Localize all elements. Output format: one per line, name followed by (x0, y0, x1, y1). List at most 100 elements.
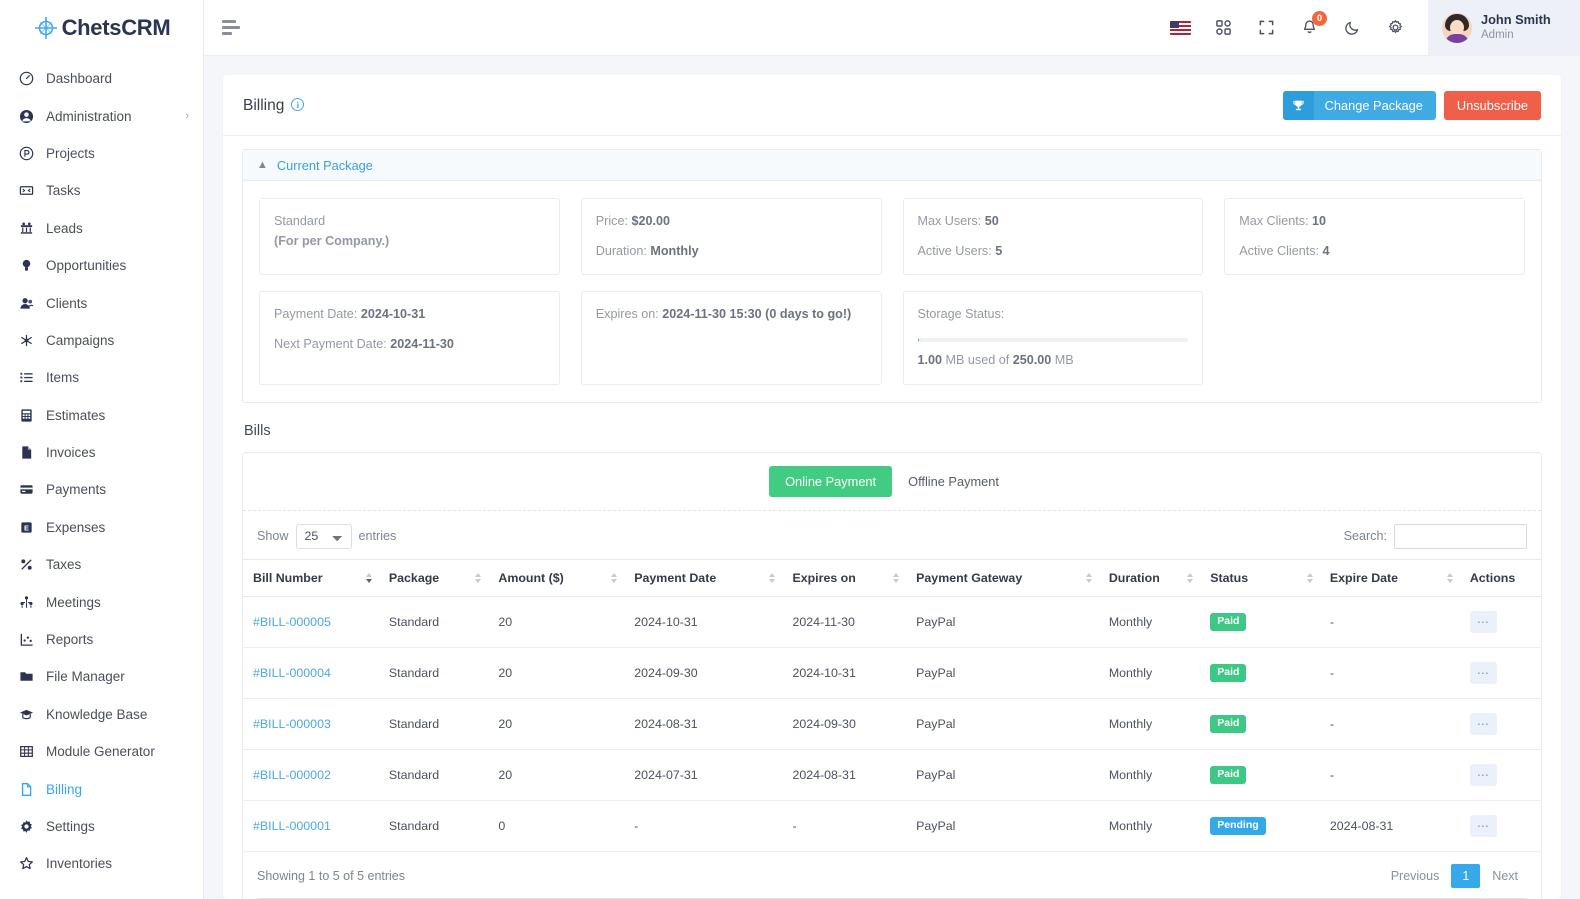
row-actions-button[interactable]: ⋯ (1469, 763, 1497, 786)
active-clients-line: Active Clients: 4 (1239, 243, 1330, 258)
brand-logo-area[interactable]: ChetsCRM (0, 0, 203, 56)
unsubscribe-button[interactable]: Unsubscribe (1443, 91, 1541, 120)
document-icon (17, 445, 36, 461)
sidebar-item-tasks[interactable]: Tasks (0, 172, 203, 209)
cell-package: Standard (378, 698, 489, 750)
sidebar-item-label: Expenses (46, 519, 106, 535)
fullscreen-icon[interactable] (1255, 17, 1277, 39)
row-actions-button[interactable]: ⋯ (1469, 661, 1497, 684)
bill-number-link[interactable]: #BILL-000003 (253, 717, 331, 731)
flag-us-icon[interactable] (1169, 17, 1191, 39)
billing-body: ▲ Current Package Standard (For per Comp… (223, 136, 1561, 899)
bill-number-link[interactable]: #BILL-000004 (253, 666, 331, 680)
cell-row-actions-button: ⋯ (1459, 749, 1541, 801)
expires-on-line: Expires on: 2024-11-30 15:30 (0 days to … (595, 307, 852, 322)
sidebar-item-campaigns[interactable]: Campaigns (0, 322, 203, 359)
sidebar-item-payments[interactable]: Payments (0, 471, 203, 508)
column-header-package[interactable]: Package (378, 558, 489, 597)
sidebar-item-label: Module Generator (46, 744, 155, 760)
notification-badge: 0 (1312, 10, 1327, 26)
info-icon[interactable]: i (291, 98, 305, 111)
cell-amount: 20 (488, 596, 625, 648)
page-length-select[interactable]: 102550100 (295, 523, 352, 549)
billing-header: Billing i Change Package Unsubscribe (223, 75, 1561, 136)
column-header-amount[interactable]: Amount ($) (488, 558, 625, 597)
sidebar-item-leads[interactable]: Leads (0, 210, 203, 247)
price-line: Price: $20.00 (595, 214, 670, 228)
column-header-status[interactable]: Status (1200, 558, 1320, 597)
sidebar-item-knowledge-base[interactable]: Knowledge Base (0, 696, 203, 733)
sidebar-item-settings[interactable]: Settings (0, 808, 203, 845)
chevron-right-icon: › (185, 110, 189, 123)
bill-number-link[interactable]: #BILL-000002 (253, 768, 331, 782)
current-package-panel-header[interactable]: ▲ Current Package (243, 150, 1541, 181)
sidebar-item-clients[interactable]: Clients (0, 284, 203, 321)
gear-icon[interactable] (1384, 17, 1406, 39)
sort-icon[interactable] (1187, 572, 1194, 583)
sidebar-item-dashboard[interactable]: Dashboard (0, 60, 203, 97)
sort-icon[interactable] (611, 572, 618, 583)
datatable-controls: Show 102550100 entries Search: (243, 511, 1541, 559)
sidebar-item-projects[interactable]: Projects (0, 135, 203, 172)
pagination-next[interactable]: Next (1483, 864, 1527, 888)
sort-icon[interactable] (1446, 572, 1453, 583)
current-package-body: Standard (For per Company.) Price: $20.0… (243, 181, 1541, 402)
pagination-page-1[interactable]: 1 (1451, 863, 1481, 888)
sort-icon[interactable] (769, 572, 776, 583)
user-menu[interactable]: John Smith Admin (1428, 0, 1580, 56)
column-header-label: Payment Date (634, 570, 717, 585)
sidebar-item-opportunities[interactable]: Opportunities (0, 247, 203, 284)
sidebar-item-billing[interactable]: Billing (0, 770, 203, 807)
column-header-payment-gateway[interactable]: Payment Gateway (906, 558, 1099, 597)
moon-icon[interactable] (1341, 17, 1363, 39)
bell-icon[interactable]: 0 (1298, 10, 1327, 39)
sidebar-item-expenses[interactable]: E Expenses (0, 509, 203, 546)
user-meta: John Smith Admin (1481, 12, 1551, 42)
row-actions-button[interactable]: ⋯ (1469, 610, 1497, 633)
change-package-button[interactable]: Change Package (1282, 91, 1436, 120)
sidebar-item-label: Administration (46, 108, 132, 124)
column-header-bill-number[interactable]: Bill Number (243, 558, 379, 597)
showing-entries-info: Showing 1 to 5 of 5 entries (257, 868, 406, 883)
bill-number-link[interactable]: #BILL-000001 (253, 819, 331, 833)
sidebar-item-items[interactable]: Items (0, 359, 203, 396)
sort-icon[interactable] (1085, 572, 1092, 583)
sidebar-item-label: Projects (46, 145, 95, 161)
tab-offline-payment[interactable]: Offline Payment (892, 466, 1015, 497)
reports-icon (17, 632, 36, 648)
column-header-actions[interactable]: Actions (1459, 558, 1541, 597)
column-header-expires-on[interactable]: Expires on (782, 558, 907, 597)
sidebar-item-reports[interactable]: Reports (0, 621, 203, 658)
sidebar-item-estimates[interactable]: Estimates (0, 397, 203, 434)
column-header-duration[interactable]: Duration (1098, 558, 1201, 597)
sidebar-item-label: Inventories (46, 856, 113, 872)
row-actions-button[interactable]: ⋯ (1469, 814, 1497, 837)
sidebar-item-inventories[interactable]: Inventories (0, 845, 203, 882)
search-input[interactable] (1394, 523, 1527, 549)
bill-number-link[interactable]: #BILL-000005 (253, 615, 331, 629)
sidebar-item-file-manager[interactable]: File Manager (0, 658, 203, 695)
sidebar-toggle-icon[interactable] (222, 17, 244, 39)
cell-expire-date: - (1319, 647, 1460, 699)
tab-online-payment[interactable]: Online Payment (769, 465, 893, 497)
sort-icon[interactable] (475, 572, 482, 583)
column-header-payment-date[interactable]: Payment Date (624, 558, 783, 597)
sidebar-item-administration[interactable]: Administration › (0, 97, 203, 134)
sort-icon[interactable] (1306, 572, 1313, 583)
sidebar-item-taxes[interactable]: Taxes (0, 546, 203, 583)
column-header-expire-date[interactable]: Expire Date (1319, 558, 1460, 597)
cell-duration: Monthly (1098, 698, 1201, 750)
sidebar-item-module-generator[interactable]: Module Generator (0, 733, 203, 770)
row-actions-button[interactable]: ⋯ (1469, 712, 1497, 735)
table-row: #BILL-000002 Standard 20 2024-07-31 2024-08-… (243, 749, 1541, 801)
sidebar-item-invoices[interactable]: Invoices (0, 434, 203, 471)
apps-grid-icon[interactable] (1212, 17, 1234, 39)
sort-icon[interactable] (893, 572, 900, 583)
sidebar-item-label: Items (46, 370, 80, 386)
sort-icon[interactable] (365, 572, 372, 583)
sidebar-item-meetings[interactable]: Meetings (0, 583, 203, 620)
sidebar-item-label: Billing (46, 781, 83, 797)
user-name: John Smith (1481, 12, 1551, 28)
package-cards-row-2: Payment Date: 2024-10-31 Next Payment Da… (259, 291, 1525, 385)
pagination-previous[interactable]: Previous (1382, 864, 1449, 888)
